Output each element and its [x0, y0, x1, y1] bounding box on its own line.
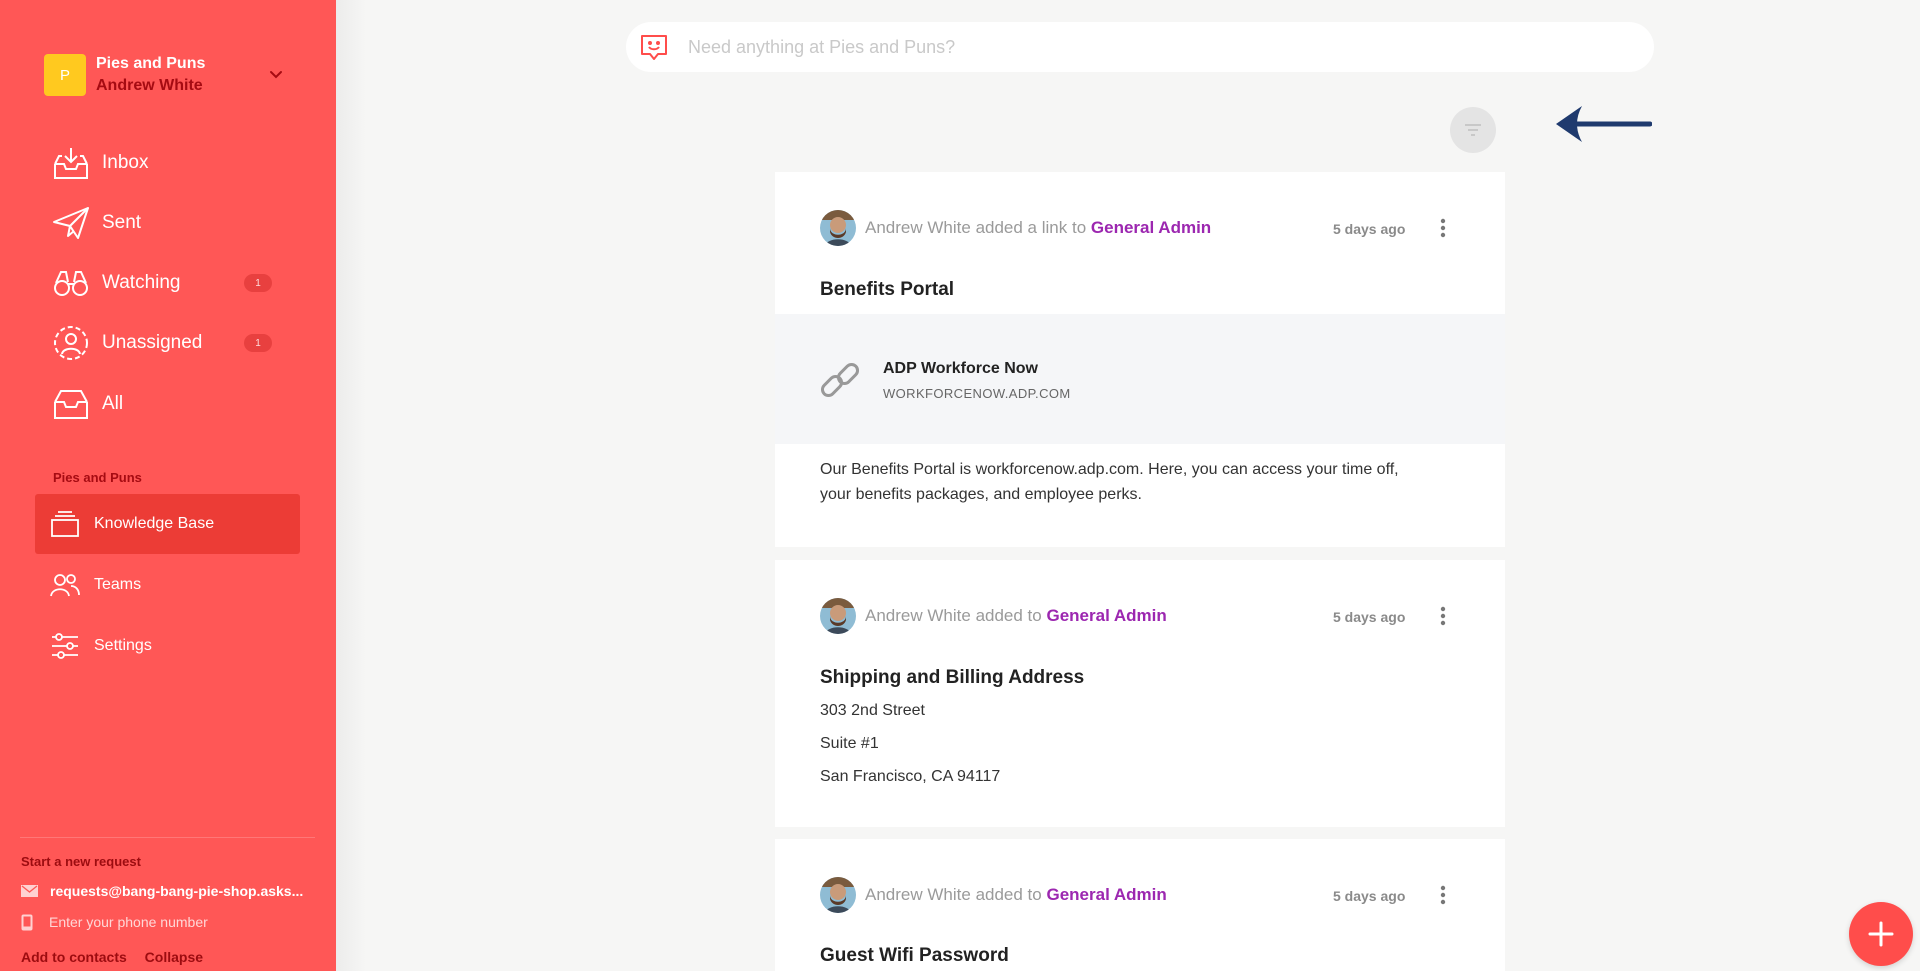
watching-count-badge: 1 — [244, 274, 272, 292]
new-request-title: Start a new request — [21, 854, 141, 869]
request-email-address: requests@bang-bang-pie-shop.asks... — [50, 883, 304, 899]
activity-text: Andrew White added to General Admin — [865, 885, 1167, 905]
nav-all-label: All — [102, 393, 124, 414]
address-line: 303 2nd Street — [820, 702, 925, 719]
timestamp: 5 days ago — [1333, 888, 1406, 904]
filter-icon — [1465, 124, 1481, 136]
nav-unassigned[interactable]: Unassigned 1 — [50, 321, 290, 365]
add-to-contacts-link[interactable]: Add to contacts — [21, 949, 127, 965]
content-shadow — [336, 0, 366, 971]
chevron-down-icon[interactable] — [266, 65, 286, 85]
nav-all[interactable]: All — [50, 382, 290, 426]
paper-plane-icon — [50, 202, 92, 244]
workspace-section-title: Pies and Puns — [53, 470, 142, 485]
nav-settings[interactable]: Settings — [35, 616, 300, 676]
card-body-line: Our Benefits Portal is workforcenow.adp.… — [820, 461, 1399, 478]
card-header: Andrew White added a link to General Adm… — [820, 210, 1460, 246]
link-domain: WORKFORCENOW.ADP.COM — [883, 386, 1071, 401]
new-request-button[interactable] — [1849, 902, 1913, 966]
group-link[interactable]: General Admin — [1091, 218, 1211, 237]
activity-action: added a link to — [975, 218, 1087, 237]
pointer-arrow-icon — [1556, 106, 1652, 142]
activity-action: added to — [975, 606, 1042, 625]
more-options-button[interactable] — [1431, 602, 1455, 630]
feed-card: Andrew White added to General Admin 5 da… — [775, 560, 1505, 827]
collapse-link[interactable]: Collapse — [145, 949, 203, 965]
card-body-line: your benefits packages, and employee per… — [820, 486, 1142, 503]
nav-inbox[interactable]: Inbox — [50, 141, 290, 185]
nav-teams-label: Teams — [94, 576, 142, 593]
address-line: San Francisco, CA 94117 — [820, 768, 1001, 785]
sidebar-footer-links: Add to contacts Collapse — [21, 949, 217, 965]
nav-teams[interactable]: Teams — [35, 555, 300, 615]
search-input[interactable] — [688, 36, 1588, 58]
sliders-icon — [50, 631, 80, 661]
envelope-icon — [21, 885, 38, 897]
phone-row — [21, 913, 299, 931]
chat-smiley-icon — [641, 35, 667, 60]
request-email[interactable]: requests@bang-bang-pie-shop.asks... — [21, 882, 303, 900]
tray-icon — [50, 383, 92, 425]
author-name: Andrew White — [865, 606, 971, 625]
feed-card: Andrew White added a link to General Adm… — [775, 172, 1505, 547]
nav-settings-label: Settings — [94, 637, 152, 654]
binoculars-icon — [50, 262, 92, 304]
nav-knowledge-base[interactable]: Knowledge Base — [35, 494, 300, 554]
phone-number-input[interactable] — [49, 914, 299, 930]
workspace-name: Pies and Puns — [96, 55, 206, 72]
address-line: Suite #1 — [820, 735, 879, 752]
kebab-icon — [1440, 885, 1446, 905]
card-title[interactable]: Shipping and Billing Address — [820, 667, 1084, 689]
card-title[interactable]: Guest Wifi Password — [820, 945, 1009, 967]
more-options-button[interactable] — [1431, 881, 1455, 909]
author-name: Andrew White — [865, 218, 971, 237]
workspace-info: Pies and Puns Andrew White — [96, 53, 205, 97]
kebab-icon — [1440, 606, 1446, 626]
unassigned-count-badge: 1 — [244, 334, 272, 352]
nav-watching[interactable]: Watching 1 — [50, 261, 290, 305]
search-bar — [626, 22, 1654, 72]
activity-text: Andrew White added to General Admin — [865, 606, 1167, 626]
link-title: ADP Workforce Now — [883, 360, 1038, 377]
group-link[interactable]: General Admin — [1046, 885, 1166, 904]
inbox-icon — [50, 142, 92, 184]
link-preview[interactable]: ADP Workforce Now WORKFORCENOW.ADP.COM — [775, 314, 1505, 444]
nav-knowledge-base-label: Knowledge Base — [94, 515, 215, 532]
nav-unassigned-label: Unassigned — [102, 332, 203, 353]
sidebar: P Pies and Puns Andrew White Inbox Sent … — [0, 0, 336, 971]
knowledge-base-icon — [50, 509, 80, 539]
workspace-switcher[interactable]: P Pies and Puns Andrew White — [44, 53, 334, 97]
chain-link-icon — [820, 362, 860, 398]
nav-sent[interactable]: Sent — [50, 201, 290, 245]
timestamp: 5 days ago — [1333, 609, 1406, 625]
author-name: Andrew White — [865, 885, 971, 904]
timestamp: 5 days ago — [1333, 221, 1406, 237]
nav-sent-label: Sent — [102, 212, 142, 233]
activity-text: Andrew White added a link to General Adm… — [865, 218, 1211, 238]
card-header: Andrew White added to General Admin 5 da… — [820, 598, 1460, 634]
kebab-icon — [1440, 218, 1446, 238]
avatar[interactable] — [820, 210, 856, 246]
unassigned-user-icon — [50, 322, 92, 364]
group-link[interactable]: General Admin — [1046, 606, 1166, 625]
plus-icon — [1868, 921, 1894, 947]
feed-card: Andrew White added to General Admin 5 da… — [775, 839, 1505, 971]
nav-inbox-label: Inbox — [102, 152, 149, 173]
nav-watching-label: Watching — [102, 272, 181, 293]
sidebar-divider — [20, 837, 315, 838]
activity-action: added to — [975, 885, 1042, 904]
workspace-logo: P — [44, 54, 86, 96]
team-icon — [50, 570, 80, 600]
filter-button[interactable] — [1450, 107, 1496, 153]
avatar[interactable] — [820, 877, 856, 913]
workspace-user: Andrew White — [96, 77, 203, 94]
card-title[interactable]: Benefits Portal — [820, 279, 954, 301]
phone-icon — [21, 914, 33, 930]
card-header: Andrew White added to General Admin 5 da… — [820, 877, 1460, 913]
avatar[interactable] — [820, 598, 856, 634]
more-options-button[interactable] — [1431, 214, 1455, 242]
